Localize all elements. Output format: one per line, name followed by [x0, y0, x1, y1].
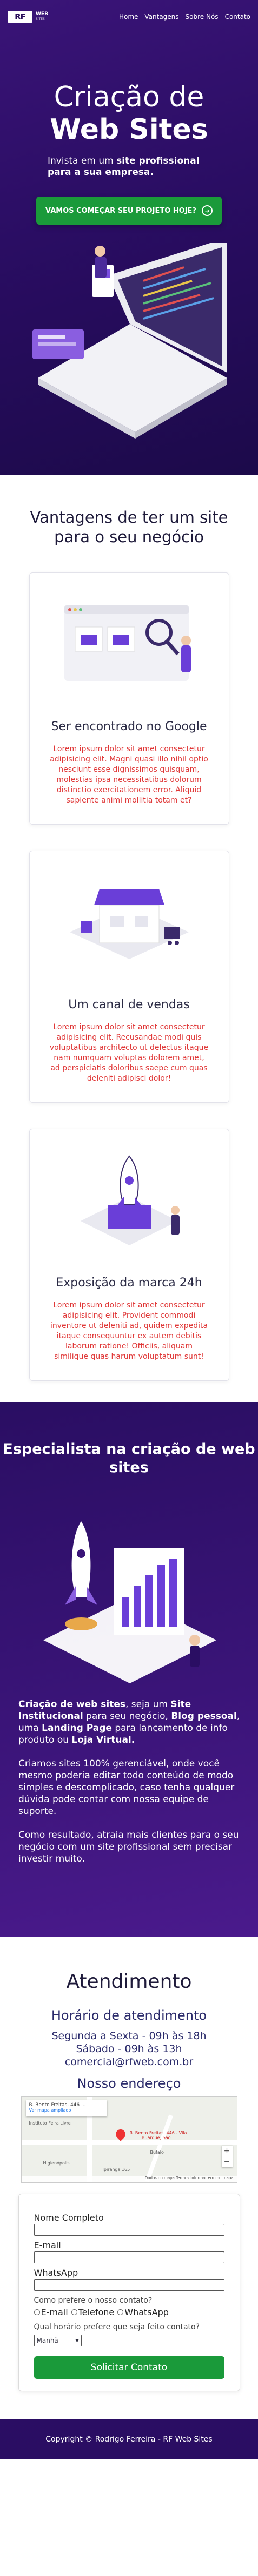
address-title: Nosso endereço	[77, 2076, 181, 2091]
rocket-illustration	[80, 1155, 180, 1245]
map-enlarge-link[interactable]: Ver mapa ampliado	[29, 2108, 104, 2113]
bold-web-sites: Criação de web sites	[18, 1699, 125, 1710]
logo-sub: SITES	[36, 17, 45, 21]
map-pin-icon[interactable]	[113, 2127, 128, 2141]
page-footer: Copyright © Rodrigo Ferreira - RF Web Si…	[0, 2419, 258, 2459]
time-preference-question: Qual horário prefere que seja feito cont…	[34, 2323, 200, 2331]
name-field[interactable]	[34, 2224, 224, 2236]
logo-text: WEB SITES	[36, 11, 48, 22]
radio-circle-icon	[117, 2309, 124, 2315]
specialist-text: Criação de web sites, seja um Site Insti…	[18, 1698, 243, 1877]
whatsapp-field[interactable]	[34, 2279, 224, 2291]
radio-telefone[interactable]: Telefone	[71, 2307, 115, 2317]
advantages-title: Vantagens de ter um site para o seu negó…	[30, 508, 228, 546]
map-pin-label: R. Bento Freitas, 446 - Vila Buarque, Sã…	[129, 2130, 187, 2140]
store-illustration	[69, 889, 189, 959]
contact-form: Nome Completo E-mail WhatsApp Como prefe…	[18, 2194, 240, 2391]
map-zoom-control[interactable]: + −	[221, 2146, 233, 2167]
nav-sobre[interactable]: Sobre Nós	[186, 13, 219, 21]
hero-title-light: Criação de	[54, 81, 204, 113]
card-title: Exposição da marca 24h	[56, 1276, 202, 1290]
text-fragment: , seja um	[125, 1699, 171, 1710]
specialist-section: Especialista na criação de web sites Cri…	[0, 1402, 258, 1937]
specialist-paragraph-1: Criação de web sites, seja um Site Insti…	[18, 1698, 243, 1746]
contact-preference-group: E-mail Telefone WhatsApp	[34, 2307, 224, 2317]
card-text: Lorem ipsum dolor sit amet consectetur a…	[50, 745, 208, 805]
contact-email[interactable]: comercial@rfweb.com.br	[0, 2055, 258, 2068]
name-label: Nome Completo	[34, 2213, 104, 2223]
radio-label: Telefone	[78, 2307, 115, 2317]
email-field[interactable]	[34, 2251, 224, 2263]
nav-vantagens[interactable]: Vantagens	[144, 13, 178, 21]
time-select-value: Manhã	[36, 2337, 58, 2344]
specialist-title: Especialista na criação de web sites	[3, 1441, 255, 1476]
hero-section: Criação de Web Sites Invista em um site …	[0, 0, 258, 475]
advantages-section: Vantagens de ter um site para o seu negó…	[0, 475, 258, 1402]
hero-title: Criação de Web Sites	[0, 81, 258, 146]
top-navbar: RF WEB SITES Home Vantagens Sobre Nós Co…	[0, 0, 258, 33]
map-label: Higienópolis	[43, 2161, 70, 2166]
launch-illustration	[43, 1521, 216, 1683]
logo-word: WEB	[36, 11, 48, 17]
map-place-name: R. Bento Freitas, 446 ...	[29, 2102, 86, 2108]
map-footer: Dados do mapa Termos Informar erro no ma…	[21, 2176, 237, 2182]
map-label: Ipiranga 165	[102, 2167, 130, 2172]
radio-label: WhatsApp	[124, 2307, 169, 2317]
specialist-paragraph-3: Como resultado, atraia mais clientes par…	[18, 1830, 239, 1864]
cart-box	[164, 927, 180, 939]
radio-label: E-mail	[41, 2307, 68, 2317]
rocket-icon	[71, 1521, 91, 1597]
map-place-box: R. Bento Freitas, 446 ... Ver mapa ampli…	[25, 2100, 107, 2116]
hero-title-bold: Web Sites	[50, 113, 208, 146]
specialist-paragraph-2: Criamos sites 100% gerenciável, onde voc…	[18, 1758, 235, 1817]
person-head	[95, 246, 105, 257]
start-project-button[interactable]: VAMOS COMEÇAR SEU PROJETO HOJE? ➜	[36, 197, 222, 225]
advantage-card-sales: Um canal de vendas Lorem ipsum dolor sit…	[29, 851, 229, 1103]
request-contact-button[interactable]: Solicitar Contato	[34, 2356, 224, 2379]
embedded-map[interactable]: R. Bento Freitas, 446 ... Ver mapa ampli…	[21, 2096, 237, 2183]
hours-info: Segunda a Sexta - 09h às 18h Sábado - 09…	[0, 2029, 258, 2068]
text-fragment: para seu negócio,	[83, 1711, 171, 1722]
contact-section: Atendimento Horário de atendimento Segun…	[0, 1937, 258, 2476]
cta-label: VAMOS COMEÇAR SEU PROJETO HOJE?	[45, 206, 196, 215]
laptop-illustration	[32, 243, 227, 439]
main-nav: Home Vantagens Sobre Nós Contato	[119, 13, 250, 21]
contact-title: Atendimento	[66, 1971, 192, 1993]
time-select[interactable]: Manhã ▾	[34, 2335, 82, 2346]
card-text: Lorem ipsum dolor sit amet consectetur a…	[50, 1301, 208, 1361]
bold-landing: Landing Page	[42, 1723, 112, 1734]
hero-subtitle-prefix: Invista em um	[48, 156, 117, 166]
card-title: Ser encontrado no Google	[51, 720, 207, 733]
bold-loja: Loja Virtual.	[71, 1735, 135, 1745]
whatsapp-label: WhatsApp	[34, 2268, 78, 2278]
hours-weekdays: Segunda a Sexta - 09h às 18h	[51, 2030, 207, 2042]
store-awning	[94, 889, 164, 905]
radio-circle-icon	[71, 2309, 77, 2315]
bold-blog: Blog pessoal	[171, 1711, 237, 1722]
card-text: Lorem ipsum dolor sit amet consectetur a…	[49, 1023, 209, 1083]
map-label: Bufalo	[150, 2150, 164, 2155]
hero-subtitle: Invista em um site profissional para a s…	[48, 156, 221, 178]
radio-whatsapp[interactable]: WhatsApp	[117, 2307, 169, 2317]
arrow-right-icon: ➜	[201, 205, 213, 216]
logo[interactable]: RF WEB SITES	[8, 11, 48, 23]
chevron-down-icon: ▾	[75, 2337, 79, 2344]
radio-email[interactable]: E-mail	[34, 2307, 68, 2317]
advantage-card-brand: Exposição da marca 24h Lorem ipsum dolor…	[29, 1129, 229, 1381]
hours-saturday: Sábado - 09h às 13h	[76, 2043, 182, 2055]
copyright-text: Copyright © Rodrigo Ferreira - RF Web Si…	[45, 2435, 213, 2444]
person-body	[95, 257, 107, 278]
nav-contato[interactable]: Contato	[225, 13, 250, 21]
advantage-card-google: Ser encontrado no Google Lorem ipsum dol…	[29, 572, 229, 825]
card-title: Um canal de vendas	[68, 998, 190, 1011]
map-label: Instituto Feira Livre	[29, 2121, 71, 2126]
email-label: E-mail	[34, 2240, 61, 2250]
logo-mark: RF	[8, 11, 32, 23]
contact-preference-question: Como prefere o nosso contato?	[34, 2296, 153, 2305]
search-illustration	[64, 605, 191, 681]
nav-home[interactable]: Home	[119, 13, 138, 21]
hours-title: Horário de atendimento	[51, 2008, 207, 2023]
radio-circle-icon	[34, 2309, 40, 2315]
